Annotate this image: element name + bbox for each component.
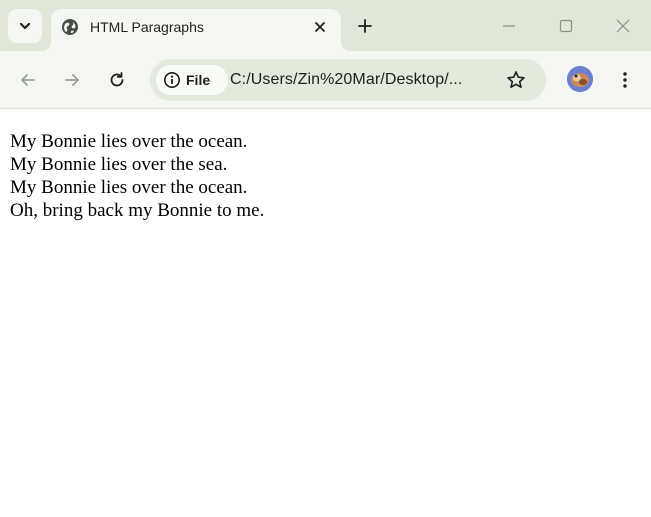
paragraph-text: My Bonnie lies over the ocean. My Bonnie…: [10, 130, 641, 222]
plus-icon: [358, 19, 372, 33]
avatar[interactable]: [567, 66, 593, 92]
paragraph-line: Oh, bring back my Bonnie to me.: [10, 200, 265, 221]
reload-icon: [110, 72, 124, 87]
minimize-icon: [503, 25, 515, 27]
window-close-button[interactable]: [611, 14, 635, 38]
paragraph-line: My Bonnie lies over the ocean.: [10, 131, 248, 152]
paragraph-line: My Bonnie lies over the ocean.: [10, 177, 248, 198]
tab-search-button[interactable]: [8, 9, 42, 43]
maximize-icon: [559, 19, 573, 33]
window-close-icon: [616, 19, 630, 33]
tab-close-button[interactable]: [310, 17, 330, 37]
profile-avatar-icon: [567, 66, 593, 92]
forward-button[interactable]: [60, 68, 84, 92]
new-tab-button[interactable]: [353, 14, 377, 38]
site-info-chip[interactable]: File: [156, 65, 228, 95]
tab-strip: HTML Paragraphs: [0, 0, 651, 51]
bookmark-button[interactable]: [505, 69, 527, 91]
url-text[interactable]: C:/Users/Zin%20Mar/Desktop/...: [230, 71, 462, 89]
chevron-down-icon: [19, 22, 31, 30]
page-content: My Bonnie lies over the ocean. My Bonnie…: [0, 110, 651, 517]
maximize-button[interactable]: [554, 14, 578, 38]
tab-html-paragraphs[interactable]: HTML Paragraphs: [41, 9, 351, 51]
paragraph-line: My Bonnie lies over the sea.: [10, 154, 228, 175]
menu-button[interactable]: [613, 68, 637, 92]
minimize-button[interactable]: [497, 14, 521, 38]
forward-arrow-icon: [65, 74, 79, 86]
back-arrow-icon: [21, 74, 35, 86]
globe-icon: [62, 19, 78, 35]
address-bar[interactable]: File C:/Users/Zin%20Mar/Desktop/...: [150, 59, 546, 101]
site-chip-label: File: [186, 72, 211, 88]
kebab-menu-icon: [623, 72, 627, 88]
info-icon: [164, 72, 180, 88]
tab-title: HTML Paragraphs: [90, 19, 204, 35]
star-icon: [507, 71, 525, 88]
reload-button[interactable]: [105, 68, 129, 92]
back-button[interactable]: [16, 68, 40, 92]
toolbar: File C:/Users/Zin%20Mar/Desktop/...: [0, 51, 651, 109]
close-icon: [315, 22, 325, 32]
